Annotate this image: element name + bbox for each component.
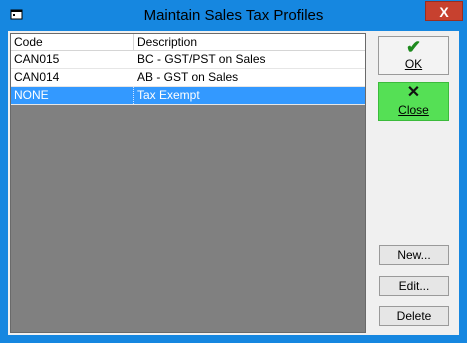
tax-profile-list[interactable]: Code Description CAN015 BC - GST/PST on … — [10, 33, 366, 333]
row-description: BC - GST/PST on Sales — [137, 52, 266, 66]
window-title: Maintain Sales Tax Profiles — [143, 7, 324, 24]
x-icon: ✕ — [406, 84, 421, 101]
column-header-description[interactable]: Description — [134, 34, 365, 50]
new-button[interactable]: New... — [379, 245, 449, 265]
edit-button[interactable]: Edit... — [379, 276, 449, 296]
checkmark-icon: ✔ — [405, 37, 422, 57]
ok-button-label: OK — [404, 57, 423, 71]
ok-button[interactable]: ✔ OK — [378, 36, 449, 75]
list-row[interactable]: CAN015 BC - GST/PST on Sales — [11, 51, 365, 69]
list-row[interactable]: CAN014 AB - GST on Sales — [11, 69, 365, 87]
window-close-button[interactable]: X — [425, 1, 463, 21]
new-button-label: New... — [397, 248, 431, 262]
close-button[interactable]: ✕ Close — [378, 82, 449, 121]
row-code: CAN015 — [14, 52, 60, 66]
row-code: CAN014 — [14, 70, 60, 84]
column-header-code[interactable]: Code — [11, 34, 134, 50]
dialog-window: Maintain Sales Tax Profiles X Code Descr… — [0, 0, 467, 343]
delete-button-label: Delete — [396, 309, 432, 323]
delete-button[interactable]: Delete — [379, 306, 449, 326]
close-button-label: Close — [398, 103, 429, 117]
title-bar[interactable]: Maintain Sales Tax Profiles X — [0, 0, 467, 30]
dialog-body: Code Description CAN015 BC - GST/PST on … — [8, 31, 459, 335]
row-description: Tax Exempt — [137, 88, 200, 102]
edit-button-label: Edit... — [398, 279, 430, 293]
list-row-selected[interactable]: NONE Tax Exempt — [11, 87, 365, 105]
row-code: NONE — [11, 87, 134, 104]
row-description: AB - GST on Sales — [137, 70, 239, 84]
list-header: Code Description — [11, 34, 365, 51]
